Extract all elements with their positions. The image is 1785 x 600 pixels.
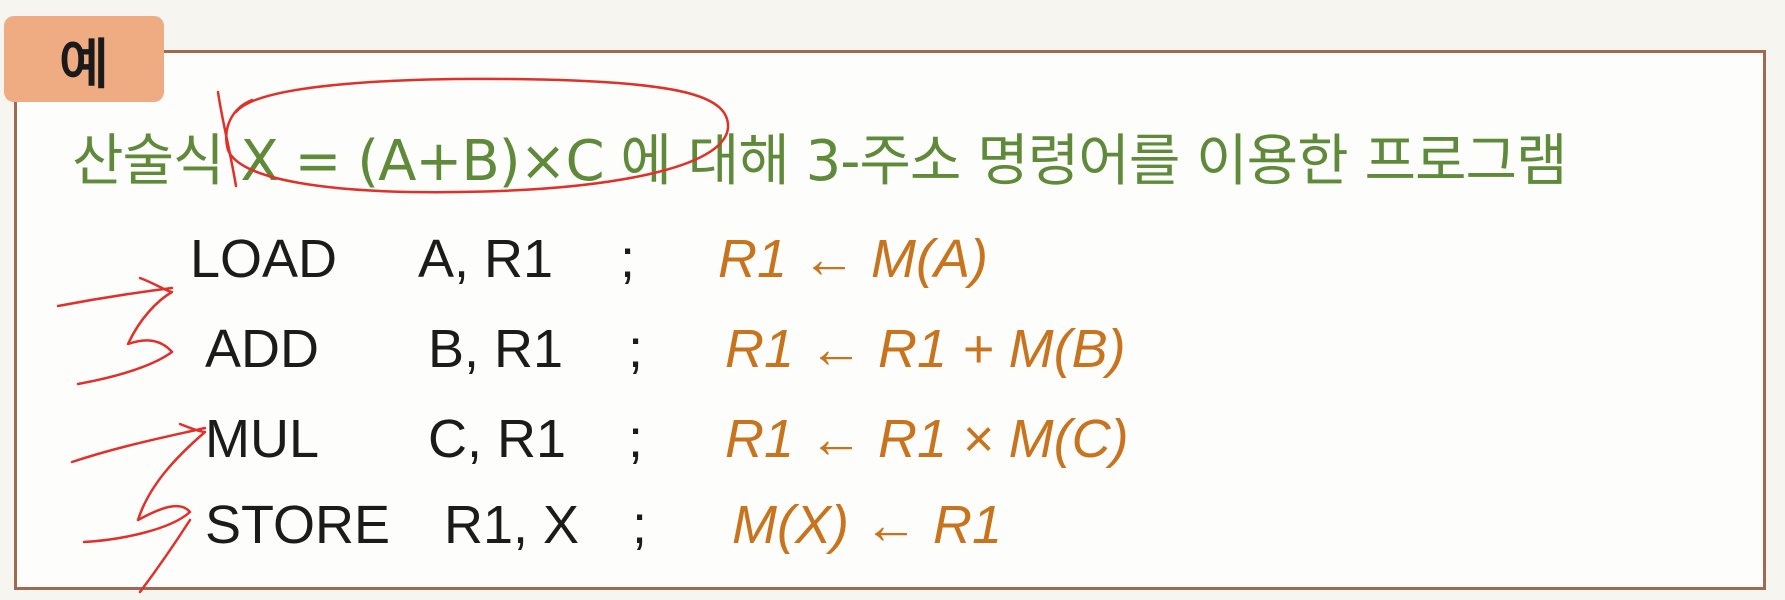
comment: R1 ← M(A) [718,229,988,289]
separator: ; [632,495,648,555]
operands: C, R1 [428,409,567,469]
opcode: MUL [205,409,320,469]
instruction-row-store: STORE R1, X ; M(X) ← R1 [0,494,1785,564]
instruction-row-load: LOAD A, R1 ; R1 ← M(A) [0,228,1785,298]
instruction-row-add: ADD B, R1 ; R1 ← R1 + M(B) [0,318,1785,388]
opcode: ADD [205,319,320,379]
instruction-row-mul: MUL C, R1 ; R1 ← R1 × M(C) [0,408,1785,478]
operands: R1, X [444,495,580,555]
example-tag: 예 [4,16,164,102]
operands: A, R1 [418,229,554,289]
opcode: LOAD [190,229,338,289]
separator: ; [628,409,644,469]
opcode: STORE [205,495,391,555]
separator: ; [620,229,636,289]
problem-title: 산술식 X = (A+B)×C 에 대해 3-주소 명령어를 이용한 프로그램 [72,129,1568,194]
comment: M(X) ← R1 [732,495,1002,555]
comment: R1 ← R1 + M(B) [725,319,1126,379]
comment: R1 ← R1 × M(C) [725,409,1129,469]
separator: ; [628,319,644,379]
operands: B, R1 [428,319,564,379]
